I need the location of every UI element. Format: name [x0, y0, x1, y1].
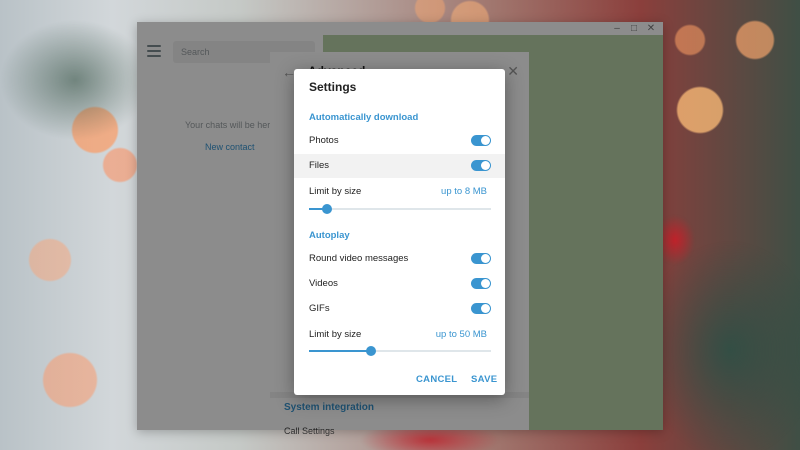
gifs-label: GIFs [309, 303, 330, 314]
photos-toggle[interactable] [471, 135, 491, 146]
round-video-row[interactable]: Round video messages [294, 247, 505, 271]
pine-branch-decoration [640, 240, 800, 450]
settings-dialog: Settings Automatically download Photos F… [294, 69, 505, 395]
files-label: Files [309, 160, 330, 171]
pine-branch-decoration [0, 20, 150, 140]
autoplay-limit-value: up to 50 MB [435, 329, 487, 340]
autoplay-heading: Autoplay [309, 230, 350, 241]
round-video-label: Round video messages [309, 253, 409, 264]
videos-toggle[interactable] [471, 278, 491, 289]
slider-thumb[interactable] [322, 204, 332, 214]
download-size-slider[interactable] [309, 203, 491, 215]
slider-fill [309, 350, 371, 352]
videos-row[interactable]: Videos [294, 272, 505, 296]
photos-label: Photos [309, 135, 339, 146]
autoplay-limit-label: Limit by size [309, 329, 362, 340]
download-limit-value: up to 8 MB [441, 186, 487, 197]
videos-label: Videos [309, 278, 338, 289]
autoplay-size-slider[interactable] [309, 345, 491, 357]
save-button[interactable]: SAVE [471, 374, 497, 385]
slider-thumb[interactable] [366, 346, 376, 356]
dialog-title: Settings [309, 80, 357, 94]
cancel-button[interactable]: CANCEL [416, 374, 457, 385]
gifs-row[interactable]: GIFs [294, 297, 505, 321]
download-limit-label: Limit by size [309, 186, 362, 197]
photos-row[interactable]: Photos [294, 129, 505, 153]
round-video-toggle[interactable] [471, 253, 491, 264]
gifs-toggle[interactable] [471, 303, 491, 314]
files-row[interactable]: Files [294, 154, 505, 178]
auto-download-heading: Automatically download [309, 112, 419, 123]
files-toggle[interactable] [471, 160, 491, 171]
